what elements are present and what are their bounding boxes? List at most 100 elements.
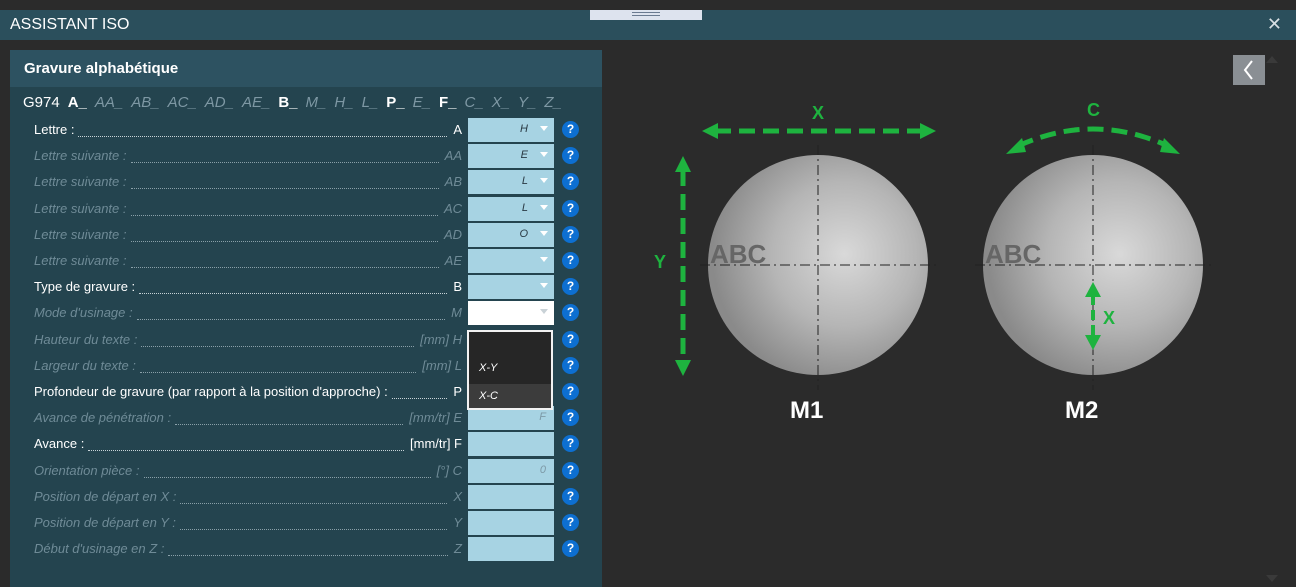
field-label: Largeur du texte : (34, 357, 136, 373)
help-icon[interactable]: ? (562, 225, 579, 243)
help-icon[interactable]: ? (562, 540, 579, 558)
dropdown-option-xy[interactable]: X-Y (479, 362, 497, 374)
resize-grip-icon[interactable] (590, 10, 702, 20)
field-code: M (451, 305, 462, 321)
field-value: F (539, 411, 546, 424)
field-code: A (453, 122, 462, 137)
value-select[interactable]: H (468, 118, 554, 142)
form-row: Avance : [mm/tr] F? (34, 432, 588, 458)
dotted-leader (78, 136, 447, 137)
dotted-leader (131, 214, 438, 216)
field-code: AD (443, 226, 462, 242)
field-label: Lettre suivante : (34, 148, 127, 164)
help-icon[interactable]: ? (562, 330, 579, 348)
value-input[interactable] (468, 537, 554, 562)
help-icon[interactable]: ? (562, 252, 579, 269)
y-axis-arrow-icon (675, 156, 691, 376)
field-code: P (453, 384, 462, 399)
form-row: Orientation pièce : [°] C 0? (34, 458, 588, 485)
field-code: AC (443, 200, 462, 216)
m2-label: M2 (1065, 397, 1098, 424)
help-icon[interactable]: ? (562, 147, 579, 165)
help-icon[interactable]: ? (562, 409, 579, 427)
help-icon[interactable]: ? (562, 514, 579, 531)
help-icon[interactable]: ? (562, 304, 579, 322)
gcode-token: L_ (361, 94, 379, 111)
panel-header: Gravure alphabétique (10, 50, 602, 87)
scroll-up-icon[interactable] (1266, 56, 1278, 63)
field-label: Avance : (34, 436, 85, 452)
gcode-token: Z_ (544, 94, 562, 111)
field-label: Hauteur du texte : (34, 331, 138, 347)
value-select[interactable]: L (468, 170, 554, 195)
dotted-leader (168, 555, 448, 557)
field-value: E (520, 149, 528, 162)
help-icon[interactable]: ? (562, 356, 579, 374)
gcode-token: AD_ (204, 94, 234, 111)
x-axis-label: X (812, 103, 824, 123)
chevron-down-icon (540, 283, 548, 289)
window-title: ASSISTANT ISO (10, 16, 130, 33)
form-row: Lettre suivante : AC L? (34, 196, 588, 223)
field-code: [mm] L (422, 357, 462, 373)
chevron-down-icon (540, 178, 548, 184)
gcode-token: E_ (412, 94, 431, 111)
value-input[interactable] (468, 511, 554, 535)
value-select[interactable] (468, 249, 554, 273)
field-code: AA (444, 148, 462, 164)
field-label: Position de départ en X : (34, 488, 177, 504)
close-icon[interactable]: ✕ (1267, 14, 1282, 35)
dotted-leader (392, 398, 447, 399)
field-code: B (453, 279, 462, 295)
gcode-token: B_ (278, 94, 298, 111)
field-code: AE (444, 253, 462, 268)
form-row: Lettre suivante : AD O? (34, 222, 588, 249)
help-icon[interactable]: ? (562, 383, 579, 400)
field-label: Position de départ en Y : (34, 515, 176, 530)
value-select[interactable]: E (468, 144, 554, 169)
field-label: Lettre suivante : (34, 200, 127, 216)
gcode-token: AE_ (241, 94, 271, 111)
gcode-token: P_ (386, 94, 405, 111)
gcode-token: Y_ (518, 94, 537, 111)
help-icon[interactable]: ? (562, 278, 579, 296)
value-input[interactable] (468, 484, 554, 509)
value-input[interactable] (468, 432, 554, 457)
dotted-leader (180, 529, 447, 530)
form-row: Position de départ en Y : Y? (34, 511, 588, 537)
field-label: Profondeur de gravure (par rapport à la … (34, 384, 388, 399)
value-select[interactable]: O (468, 222, 554, 247)
help-icon[interactable]: ? (562, 435, 579, 453)
y-axis-label: Y (654, 252, 666, 272)
dotted-leader (139, 293, 447, 295)
help-icon[interactable]: ? (562, 461, 579, 479)
gcode-token: C_ (464, 94, 484, 111)
engraving-diagram: ABC X Y M1 ABC C X M2 (654, 100, 1213, 424)
value-select[interactable] (468, 275, 554, 300)
chevron-down-icon (540, 204, 548, 210)
x-axis-arrow-icon (702, 123, 936, 139)
value-select[interactable]: L (468, 196, 554, 221)
dotted-leader (137, 319, 445, 321)
c-axis-label: C (1087, 100, 1100, 120)
value-select[interactable] (468, 301, 554, 326)
form-row: Lettre suivante : AB L? (34, 170, 588, 196)
help-icon[interactable]: ? (562, 173, 579, 191)
field-label: Lettre suivante : (34, 226, 127, 242)
form-row: Début d'usinage en Z : Z? (34, 537, 588, 563)
help-icon[interactable]: ? (562, 487, 579, 505)
help-icon[interactable]: ? (562, 199, 579, 217)
help-icon[interactable]: ? (562, 121, 579, 138)
dotted-leader (140, 371, 416, 373)
field-label: Début d'usinage en Z : (34, 541, 165, 557)
scroll-down-icon[interactable] (1266, 575, 1278, 582)
collapse-panel-button[interactable] (1233, 55, 1265, 85)
dropdown-option-xc[interactable]: X-C (469, 384, 551, 408)
field-value: H (520, 123, 528, 135)
field-code: X (453, 488, 462, 504)
machining-mode-dropdown-list: X-Y X-C (467, 330, 553, 410)
field-code: Z (454, 541, 462, 557)
value-input[interactable]: 0 (468, 458, 554, 483)
dotted-leader (131, 188, 439, 190)
dotted-leader (141, 345, 414, 347)
